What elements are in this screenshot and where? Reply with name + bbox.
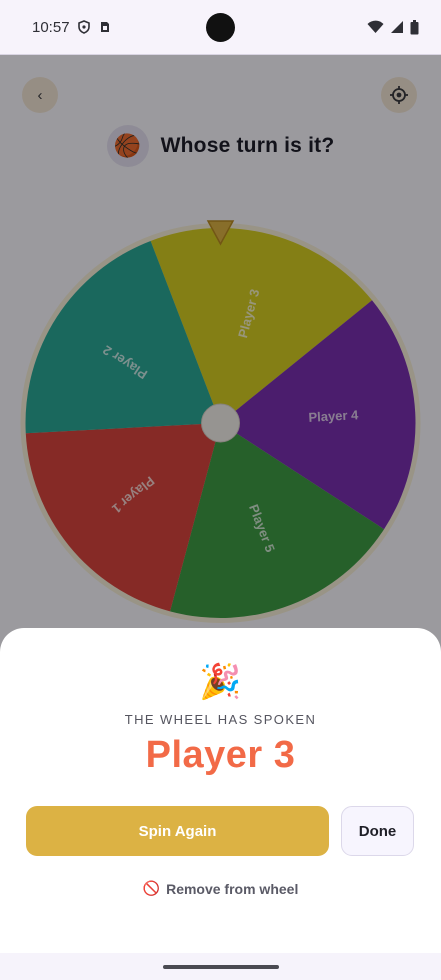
result-caption: THE WHEEL HAS SPOKEN xyxy=(124,712,317,727)
status-bar: 10:57 xyxy=(0,0,441,55)
shield-icon xyxy=(77,20,90,34)
status-left: 10:57 xyxy=(32,19,112,36)
navigation-bar xyxy=(0,953,441,980)
camera-cutout xyxy=(206,13,235,42)
home-indicator[interactable] xyxy=(163,965,279,969)
remove-from-wheel-label: Remove from wheel xyxy=(166,880,299,897)
spin-again-button[interactable]: Spin Again xyxy=(26,806,329,856)
done-button[interactable]: Done xyxy=(341,806,414,856)
sim-card-icon xyxy=(100,22,109,32)
wifi-icon xyxy=(367,20,384,33)
status-right xyxy=(367,19,419,35)
result-bottom-sheet: 🎉 THE WHEEL HAS SPOKEN Player 3 Spin Aga… xyxy=(0,628,441,953)
remove-from-wheel-button[interactable]: 🚫 Remove from wheel xyxy=(0,880,441,897)
prohibited-icon: 🚫 xyxy=(142,880,161,896)
winner-name: Player 3 xyxy=(145,734,296,776)
signal-icon xyxy=(391,21,403,33)
battery-icon xyxy=(410,19,419,34)
party-popper-icon: 🎉 xyxy=(199,663,242,701)
status-time: 10:57 xyxy=(32,18,70,36)
